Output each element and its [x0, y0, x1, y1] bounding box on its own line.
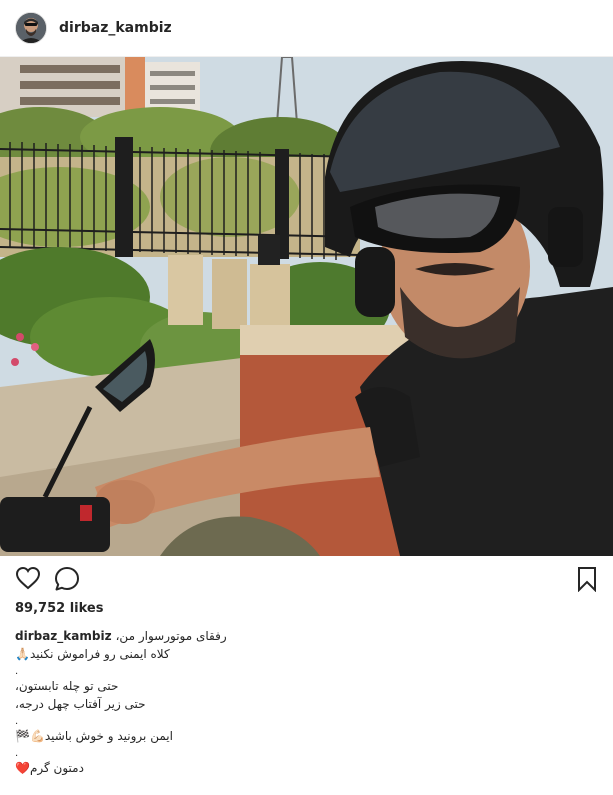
caption-text: رفقای موتورسوار من، — [115, 629, 227, 643]
caption-line-4: حتی تو چله تابستون، — [15, 677, 315, 695]
heart-outline-icon[interactable] — [15, 566, 41, 595]
caption-line-5: حتی زیر آفتاب چهل درجه، — [15, 695, 315, 713]
post-photo[interactable] — [0, 57, 613, 556]
post-image-illustration — [0, 57, 613, 556]
caption-line-2: کلاه ایمنی رو فراموش نکنید🙏🏻 — [15, 645, 315, 663]
post-caption: dirbaz_kambiz رفقای موتورسوار من، کلاه ای… — [15, 627, 315, 777]
caption-username[interactable]: dirbaz_kambiz — [15, 629, 112, 643]
action-bar — [0, 562, 613, 598]
likes-count[interactable]: 89,752 likes — [15, 601, 103, 616]
caption-line-1: dirbaz_kambiz رفقای موتورسوار من، — [15, 627, 315, 645]
avatar[interactable] — [15, 12, 47, 44]
comment-bubble-icon[interactable] — [54, 566, 80, 597]
caption-line-7: ایمن برونید و خوش باشید💪🏻🏁 — [15, 727, 315, 745]
caption-text: حتی تو چله تابستون، — [15, 679, 119, 693]
caption-line-9: دمتون گرم❤️ — [15, 759, 315, 777]
caption-line-6: . — [15, 713, 315, 727]
post-header: dirbaz_kambiz — [0, 0, 613, 57]
caption-text: دمتون گرم❤️ — [15, 761, 84, 775]
bookmark-icon[interactable] — [577, 566, 597, 597]
caption-text: ایمن برونید و خوش باشید💪🏻🏁 — [15, 729, 173, 743]
caption-line-3: . — [15, 663, 315, 677]
caption-line-8: . — [15, 745, 315, 759]
caption-text: کلاه ایمنی رو فراموش نکنید🙏🏻 — [15, 647, 170, 661]
username-link[interactable]: dirbaz_kambiz — [59, 20, 172, 36]
caption-text: حتی زیر آفتاب چهل درجه، — [15, 697, 146, 711]
